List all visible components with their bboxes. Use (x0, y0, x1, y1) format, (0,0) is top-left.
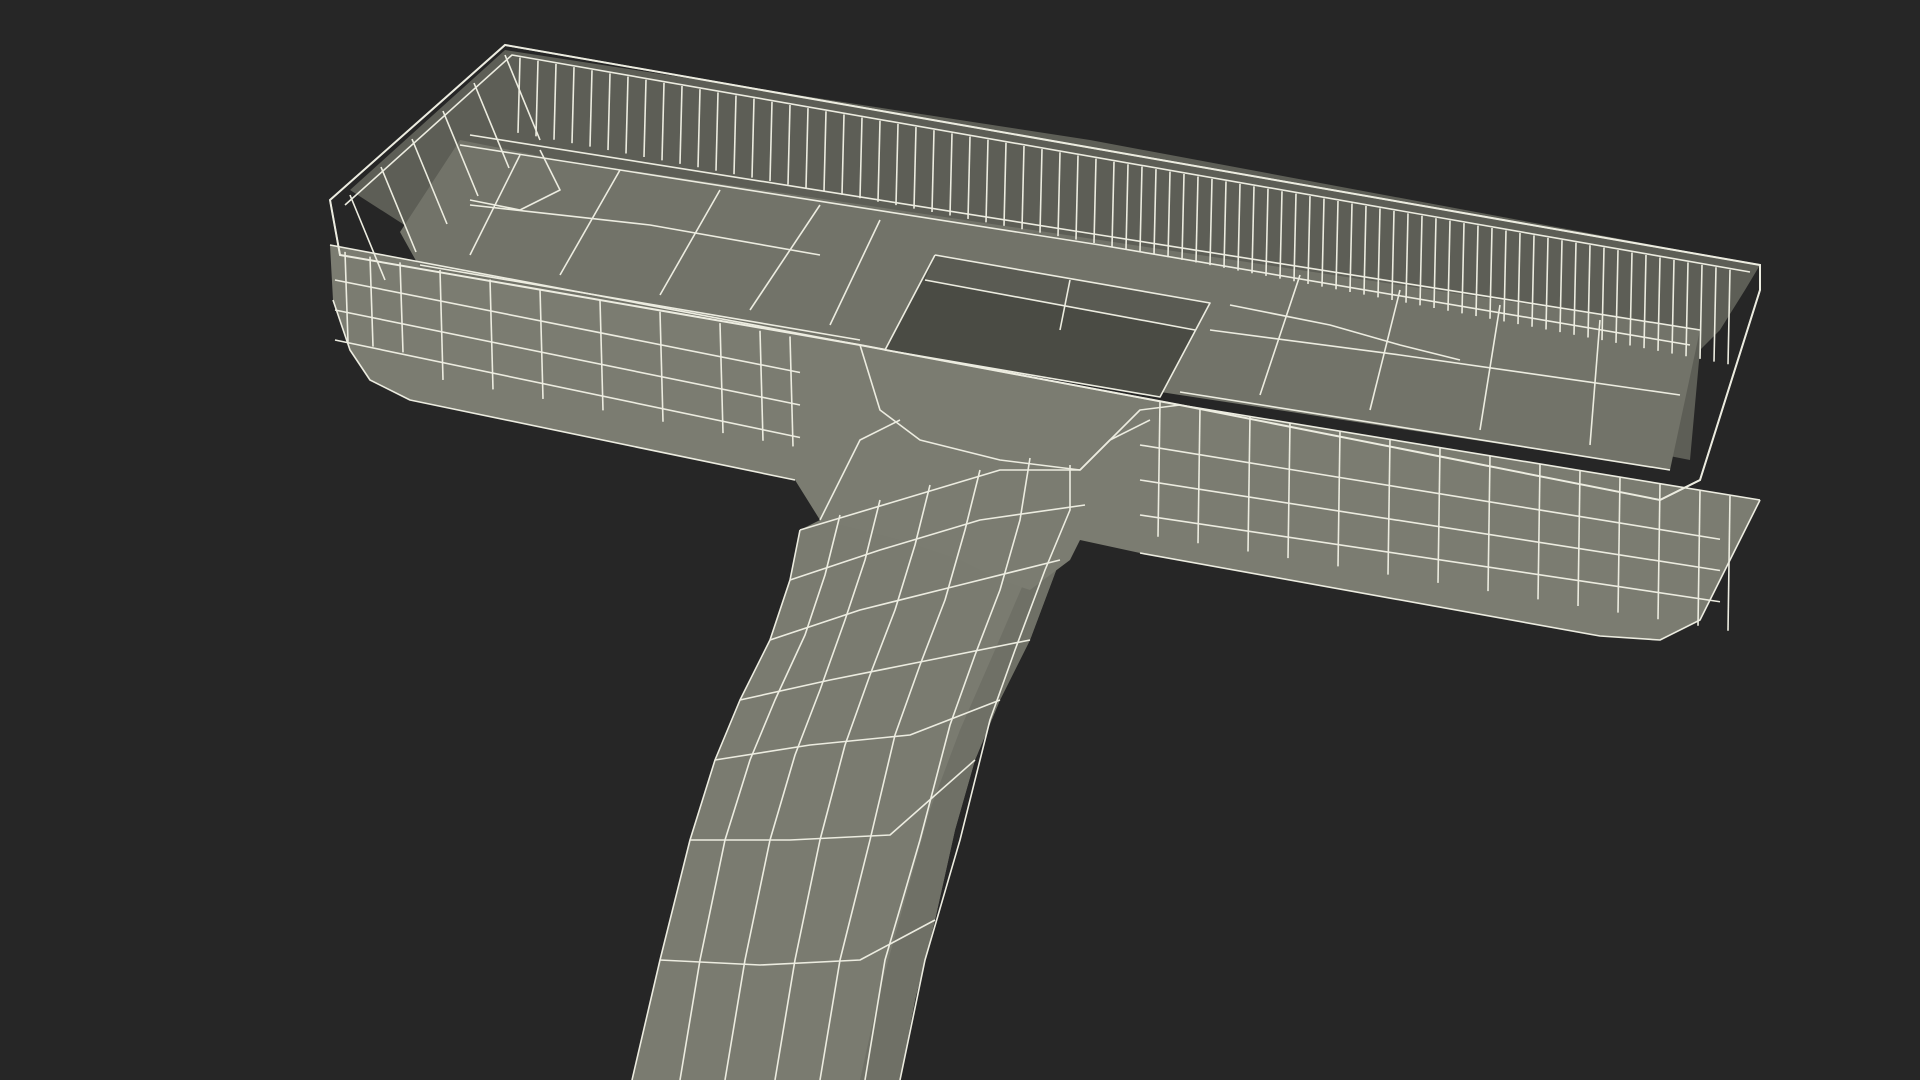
wireframe-render (0, 0, 1920, 1080)
3d-viewport[interactable] (0, 0, 1920, 1080)
